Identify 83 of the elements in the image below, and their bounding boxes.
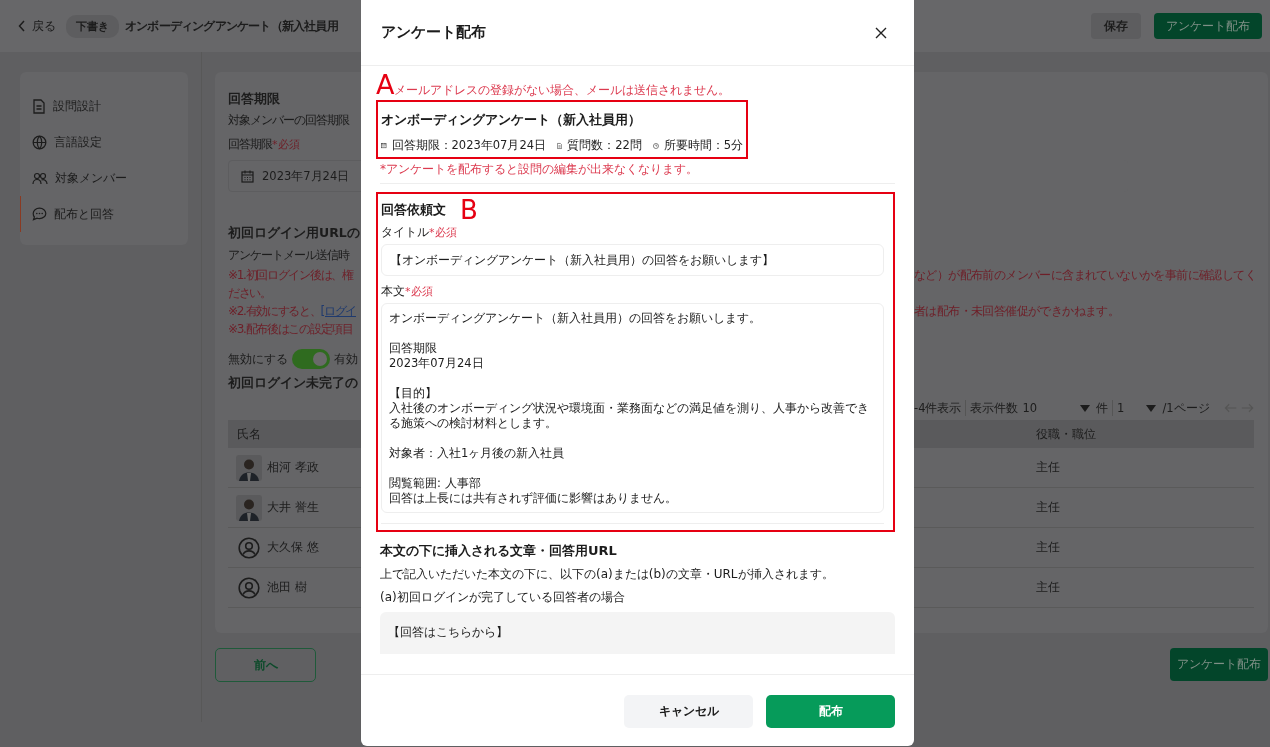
back-icon [18,20,26,32]
section-heading: 初回ログイン未完了の [228,374,358,392]
body-line: 対象者：入社1ヶ月後の新入社員 [389,446,566,462]
annotation-letter: B [460,197,478,224]
deadline-text: 回答期限：2023年07月24日 [391,138,547,153]
warning-note: 者は配布・未回答催促ができかねます。 [914,302,1120,320]
toggle-switch[interactable] [292,349,330,369]
table-cell-text: 主任 [1035,540,1060,555]
calendar-icon [241,169,254,183]
toggle-label: 無効にする [228,351,288,367]
email-note: メールアドレスの登録がない場合、メールは送信されません。 [394,82,731,97]
body-line: 2023年07月24日 [389,356,485,372]
section-heading: 回答期限 [228,90,280,108]
edit-note: *アンケートを配布すると設問の編集が出来なくなります。 [380,162,699,177]
required-mark: *必須 [272,136,300,152]
toggle-label: 有効 [334,351,358,367]
annotation-letter: A [376,71,395,98]
body-line: オンボーディングアンケート（新入社員用）の回答をお願いします。 [389,311,762,327]
user-icon [238,536,260,559]
distribute-button[interactable]: アンケート配布 [1154,13,1262,39]
table-cell: 相河 孝政 [267,460,319,475]
per-page-label: 表示件数 [970,400,1019,416]
caret-icon [1080,404,1091,412]
body-line: 回答は上長には共有されず評価に影響はありません。 [389,491,678,507]
required-mark: *必須 [429,224,457,240]
field-label: タイトル [381,224,429,240]
table-cell: 大久保 悠 [267,540,319,555]
section-heading: 初回ログイン用URLの [228,224,360,242]
case-label: (a)初回ログインが完了している回答者の場合 [380,589,626,607]
sidebar-item[interactable]: 配布と回答 [20,196,188,232]
column-header: 氏名 [236,426,261,442]
section-heading: 回答依頼文 [381,201,446,220]
sidebar-item[interactable]: 設問設計 [20,88,188,124]
body-line: 回答期限 [389,341,438,357]
cancel-button[interactable]: キャンセル [624,695,753,728]
question-count: 質問数：22問 [567,138,642,153]
section-description: 上で記入いただいた本文の下に、以下の(a)または(b)の文章・URLが挿入されます。 [380,566,835,584]
table-cell: 池田 樹 [267,580,307,595]
unit-text: 件 [1096,400,1109,416]
column-header: 役職・職位 [1035,426,1096,442]
field-label: 本文 [381,283,405,299]
page-title: オンボーディングアンケート（新入社員用 [125,17,338,35]
date-field[interactable]: 2023年7月24日 [228,160,361,192]
save-button[interactable]: 保存 [1091,13,1141,39]
duration-text: 所要時間：5分 [663,138,743,153]
warning-note: ださい。 [228,284,271,302]
preview-text: 【回答はこちらから】 [388,625,508,640]
sidebar-item[interactable]: 対象メンバー [20,160,188,196]
body-line: 閲覧範囲: 人事部 [389,476,482,492]
section-description: 対象メンバーの回答期限 [228,111,349,129]
required-mark: *必須 [405,283,433,299]
sidebar-item[interactable]: 言語設定 [20,124,188,160]
user-icon [238,576,260,599]
section-description: アンケートメール送信時 [228,246,349,264]
page-total: /1ページ [1162,400,1210,416]
title-field[interactable]: 【オンボーディングアンケート（新入社員用）の回答をお願いします】 [381,244,884,277]
body-line: 【目的】 [389,386,438,402]
back-button[interactable]: 戻る [16,17,60,35]
people-icon [32,171,48,185]
page-select[interactable]: 1 [1117,401,1159,415]
distribute-button[interactable]: 配布 [766,695,895,728]
globe-icon [32,134,47,150]
table-cell-text: 主任 [1035,500,1060,515]
status-badge: 下書き [66,14,119,38]
caret-icon [1146,404,1157,412]
field-label: 回答期限 [228,135,272,153]
document-icon [32,98,46,114]
section-heading: 本文の下に挿入される文章・回答用URL [380,542,618,561]
range-text: -4件表示 [914,400,962,416]
per-page-select[interactable]: 10 [1022,401,1093,415]
distribute-button[interactable]: アンケート配布 [1170,648,1268,681]
survey-title: オンボーディングアンケート（新入社員用） [381,111,642,129]
table-cell-text: 主任 [1035,460,1060,475]
table-cell: 大井 誉生 [267,500,319,515]
body-field[interactable]: オンボーディングアンケート（新入社員用）の回答をお願いします。 回答期限 2023年07月24日 【目的】 入社後のオンボーディング状況や環境面・業務面などの満足値を測り、人事から改善できる施策への検討材料とします。 対象者：入社1ヶ月後の新入社員 閲覧範囲: 人事部 回答は上長には共有されず評価に影響はありません。 [381,303,884,514]
chat-icon [32,207,47,221]
table-cell-text: 主任 [1035,580,1060,595]
body-line: 入社後のオンボーディング状況や環境面・業務面などの満足値を測り、人事から改善できる施策への検討材料とします。 [389,401,870,432]
dialog-title: アンケート配布 [381,23,486,42]
previous-button[interactable]: 前へ [215,648,316,682]
warning-note: ※2.有効にすると、[ログイ [228,302,356,320]
close-icon[interactable] [875,26,887,39]
login-link[interactable]: [ログイ [320,303,356,318]
